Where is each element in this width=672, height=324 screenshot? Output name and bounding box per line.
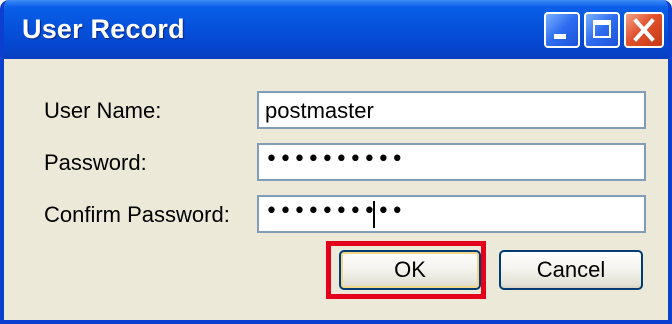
close-button[interactable] [624,12,664,48]
minimize-button[interactable] [544,12,580,48]
confirm-password-field[interactable]: •••••••••• [257,195,646,233]
password-label: Password: [44,150,147,175]
confirm-password-value: •••••••••• [265,199,405,224]
window-title: User Record [22,14,185,44]
password-value: •••••••••• [265,147,405,172]
user-name-label: User Name: [44,98,162,123]
password-field[interactable]: •••••••••• [257,143,646,181]
confirm-password-label: Confirm Password: [44,202,230,227]
ok-highlight-box [326,241,486,299]
maximize-icon [593,20,611,38]
user-name-value: postmaster [265,98,374,123]
user-name-field[interactable]: postmaster [257,91,646,129]
title-bar[interactable]: User Record [4,0,668,59]
close-icon [633,18,655,42]
minimize-icon [554,34,566,39]
cancel-button[interactable]: Cancel [499,250,643,290]
text-caret [373,201,375,228]
maximize-button[interactable] [584,12,620,48]
